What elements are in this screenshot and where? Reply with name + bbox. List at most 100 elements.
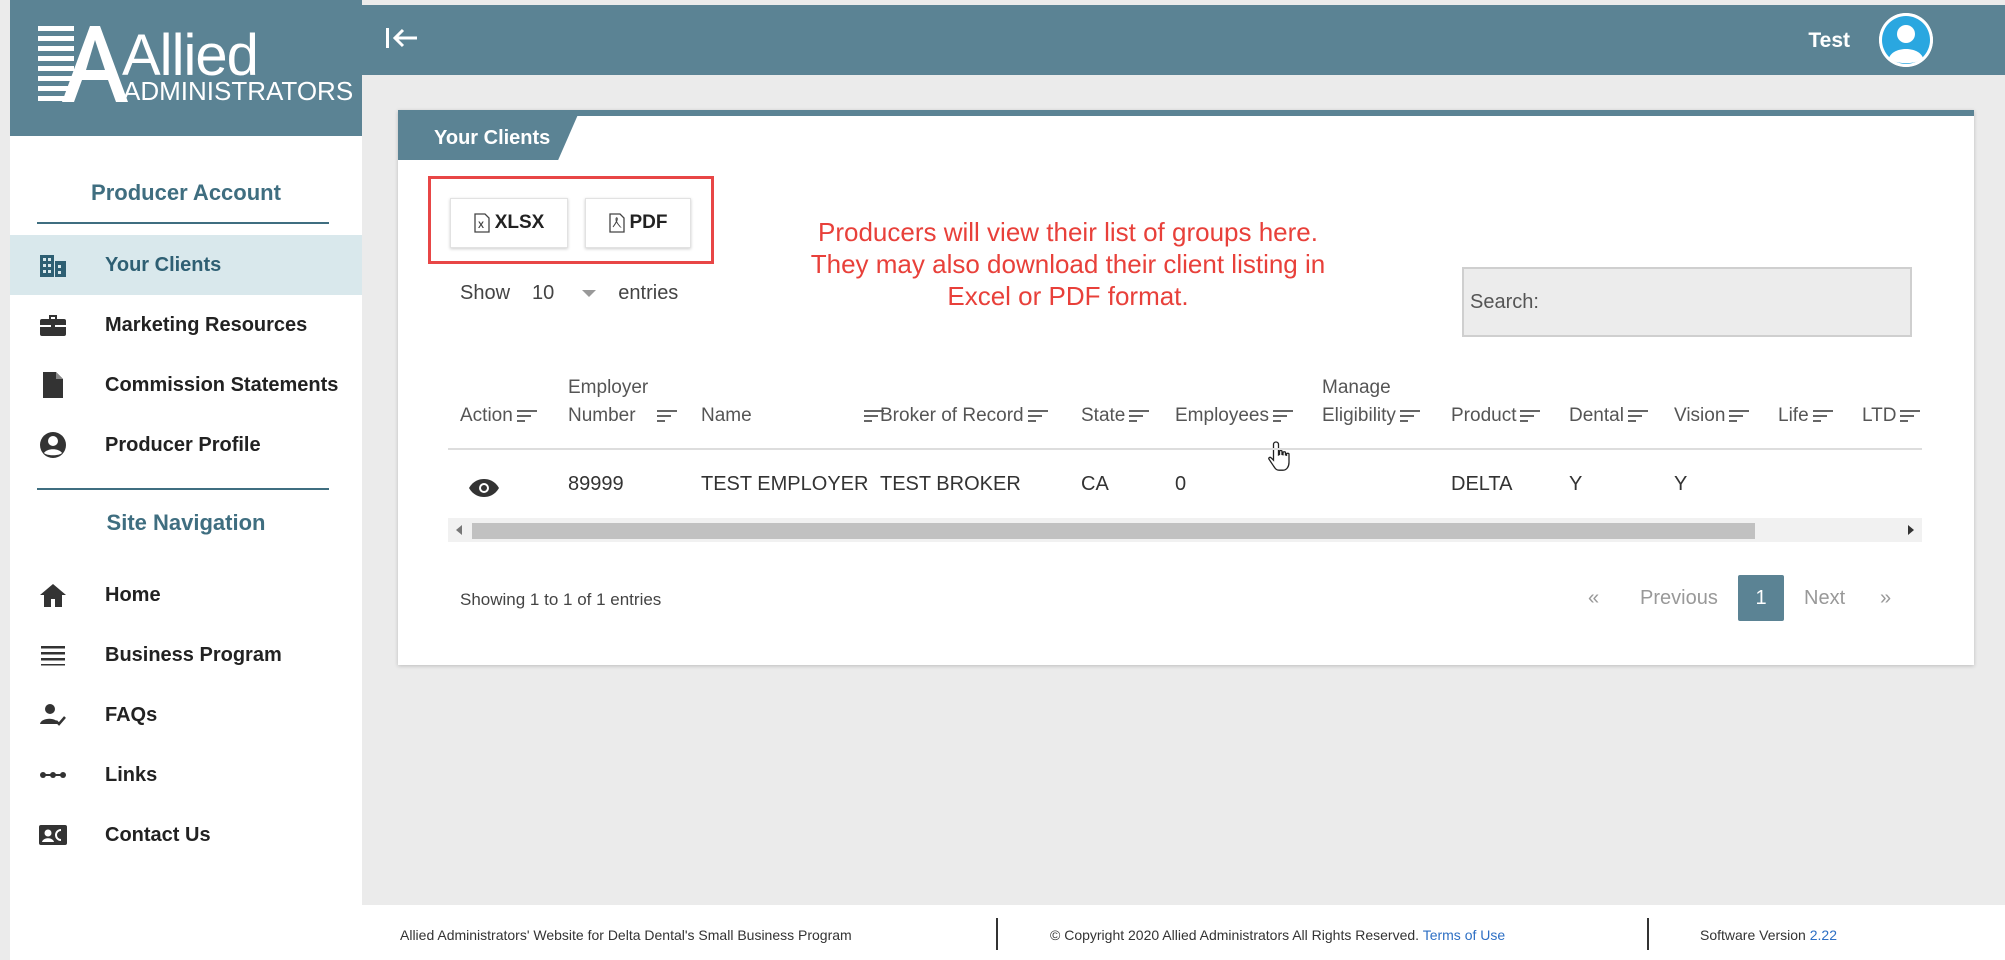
- search-label: Search:: [1470, 290, 1539, 313]
- cell-name: TEST EMPLOYER: [701, 473, 869, 495]
- entries-select[interactable]: 10: [532, 282, 597, 305]
- contact-card-icon: [38, 820, 68, 850]
- sidebar-item-home[interactable]: Home: [10, 565, 362, 625]
- column-header-dental[interactable]: Dental: [1569, 402, 1648, 430]
- header-text: Broker of Record: [880, 405, 1024, 426]
- sort-icon: [1027, 409, 1048, 423]
- sort-icon: [1729, 409, 1750, 423]
- footer-divider: [1647, 918, 1649, 950]
- header-text: Eligibility: [1322, 405, 1396, 426]
- header-text: Action: [460, 405, 513, 426]
- scroll-thumb[interactable]: [472, 523, 1755, 539]
- divider: [37, 222, 329, 224]
- document-icon: [38, 370, 68, 400]
- view-eye-icon[interactable]: [468, 478, 500, 498]
- sidebar-item-label: Links: [105, 763, 158, 786]
- sort-icon: [1812, 409, 1833, 423]
- version-label: Software Version: [1700, 927, 1806, 943]
- hand-cursor-icon: [1268, 441, 1290, 471]
- page-length-control: Show 10 entries: [460, 282, 678, 305]
- column-header-action[interactable]: Action: [460, 402, 537, 430]
- pager-last[interactable]: »: [1880, 575, 1891, 621]
- footer-program-text: Allied Administrators' Website for Delta…: [400, 927, 852, 943]
- header-text: Name: [701, 405, 752, 426]
- top-bar: Test: [362, 5, 2005, 75]
- show-label: Show: [460, 282, 511, 304]
- user-circle-icon: [38, 430, 68, 460]
- column-header-life[interactable]: Life: [1778, 402, 1833, 430]
- sidebar-item-your-clients[interactable]: Your Clients: [10, 235, 362, 295]
- avatar-icon[interactable]: [1879, 13, 1933, 67]
- cell-product: DELTA: [1451, 473, 1513, 495]
- column-header-manage-eligibility[interactable]: Manage Eligibility: [1322, 374, 1420, 430]
- footer-copyright: © Copyright 2020 Allied Administrators A…: [1050, 927, 1505, 943]
- sidebar-item-contact-us[interactable]: Contact Us: [10, 805, 362, 865]
- sidebar-item-label: Contact Us: [105, 823, 211, 846]
- column-header-vision[interactable]: Vision: [1674, 402, 1750, 430]
- sort-icon: [656, 409, 677, 423]
- header-text: Life: [1778, 405, 1809, 426]
- cell-state: CA: [1081, 473, 1109, 495]
- divider: [37, 488, 329, 490]
- tab-label: Your Clients: [434, 127, 551, 149]
- sidebar-item-marketing-resources[interactable]: Marketing Resources: [10, 295, 362, 355]
- annotation-line: They may also download their client list…: [810, 249, 1326, 279]
- column-header-product[interactable]: Product: [1451, 402, 1541, 430]
- pager-next[interactable]: Next: [1804, 575, 1845, 621]
- table-info: Showing 1 to 1 of 1 entries: [460, 590, 662, 609]
- collapse-sidebar-icon[interactable]: [384, 23, 420, 53]
- links-icon: [38, 760, 68, 790]
- column-header-ltd[interactable]: LTD: [1862, 402, 1921, 430]
- dropdown-arrow-icon: [582, 290, 597, 297]
- section-producer-account: Producer Account: [91, 180, 281, 205]
- sidebar-item-label: Commission Statements: [105, 373, 339, 396]
- terms-of-use-link[interactable]: Terms of Use: [1423, 927, 1505, 943]
- footer: Allied Administrators' Website for Delta…: [362, 905, 2005, 960]
- user-name[interactable]: Test: [1808, 29, 1850, 53]
- pager-first[interactable]: «: [1588, 575, 1599, 621]
- export-pdf-button[interactable]: PDF: [585, 198, 691, 248]
- annotation-line: Producers will view their list of groups…: [818, 217, 1318, 247]
- sidebar: Allied ADMINISTRATORS Producer Account Y…: [10, 0, 362, 960]
- column-header-name[interactable]: Name: [701, 402, 884, 430]
- xlsx-label: XLSX: [494, 212, 545, 233]
- sidebar-item-commission-statements[interactable]: Commission Statements: [10, 355, 362, 415]
- search-input[interactable]: Search:: [1462, 267, 1912, 337]
- sort-icon: [1520, 409, 1541, 423]
- column-header-broker-of-record[interactable]: Broker of Record: [880, 402, 1048, 430]
- pager-page-1[interactable]: 1: [1738, 575, 1784, 621]
- entries-value: 10: [532, 282, 555, 304]
- logo-subtitle: ADMINISTRATORS: [123, 76, 354, 106]
- horizontal-scrollbar[interactable]: [448, 518, 1922, 542]
- table-header-divider: [448, 448, 1922, 450]
- header-text: Dental: [1569, 405, 1624, 426]
- home-icon: [38, 580, 68, 610]
- column-header-employees[interactable]: Employees: [1175, 402, 1293, 430]
- version-link[interactable]: 2.22: [1810, 927, 1837, 943]
- export-xlsx-button[interactable]: X XLSX: [450, 198, 568, 248]
- header-text: Number: [568, 405, 636, 426]
- scroll-left-arrow-icon[interactable]: [456, 525, 462, 535]
- pager-previous[interactable]: Previous: [1640, 575, 1718, 621]
- column-header-employer-number[interactable]: Employer Number: [568, 374, 677, 430]
- excel-file-icon: X: [474, 213, 490, 233]
- copyright-text: © Copyright 2020 Allied Administrators A…: [1050, 927, 1420, 943]
- sidebar-item-links[interactable]: Links: [10, 745, 362, 805]
- list-icon: [38, 640, 68, 670]
- sidebar-item-faqs[interactable]: FAQs: [10, 685, 362, 745]
- section-site-navigation: Site Navigation: [106, 510, 266, 535]
- scroll-right-arrow-icon[interactable]: [1908, 525, 1914, 535]
- sidebar-item-business-program[interactable]: Business Program: [10, 625, 362, 685]
- building-icon: [38, 250, 68, 280]
- header-text: Employees: [1175, 405, 1269, 426]
- sidebar-item-label: Business Program: [105, 643, 282, 666]
- header-text: Vision: [1674, 405, 1726, 426]
- annotation-text: Producers will view their list of groups…: [798, 216, 1338, 312]
- clients-card: Your Clients X XLSX PDF Producers will v…: [398, 110, 1974, 665]
- cell-broker: TEST BROKER: [880, 473, 1021, 495]
- column-header-state[interactable]: State: [1081, 402, 1150, 430]
- tab-your-clients[interactable]: Your Clients: [398, 110, 580, 160]
- logo[interactable]: Allied ADMINISTRATORS: [10, 0, 362, 136]
- cell-vision: Y: [1674, 473, 1688, 495]
- sidebar-item-producer-profile[interactable]: Producer Profile: [10, 415, 362, 475]
